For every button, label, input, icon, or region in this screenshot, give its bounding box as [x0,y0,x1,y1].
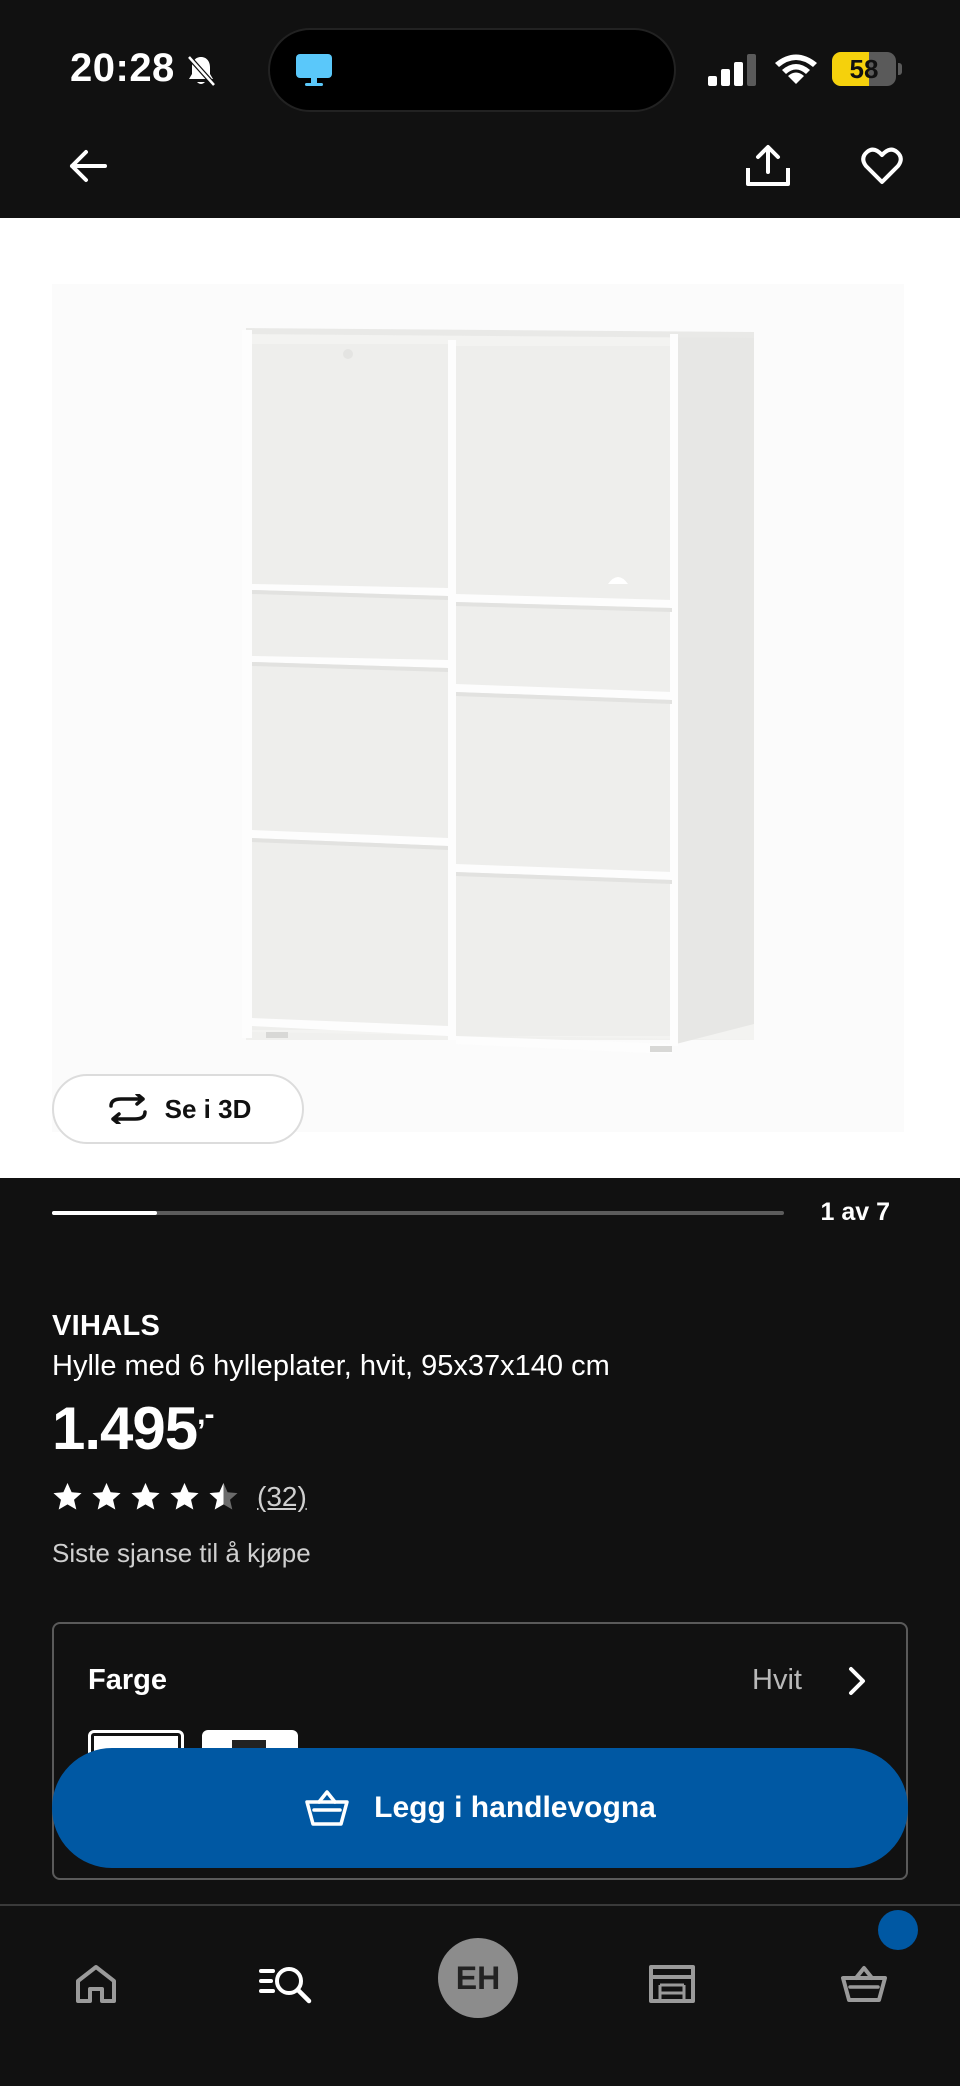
cart-icon [305,1790,349,1826]
dynamic-island [268,28,676,112]
add-to-cart-label: Legg i handlevogna [374,1791,656,1824]
rating-row[interactable]: (32) [52,1480,307,1514]
status-time: 20:28 [70,46,175,90]
price-value: 1.495 [52,1395,198,1462]
gallery-counter: 1 av 7 [820,1198,890,1226]
view-3d-label: Se i 3D [164,1093,252,1124]
gallery-progress-bar [52,1211,784,1215]
gallery-progress-fill [52,1211,157,1215]
product-gallery[interactable]: Se i 3D [0,218,960,1178]
price-suffix: ,- [197,1398,214,1431]
star-half-icon [209,1483,238,1510]
star-full-icon [131,1483,160,1510]
profile-initials: EH [455,1959,501,1996]
product-name: VIHALS [52,1310,161,1342]
shopping-basket-icon [841,1966,887,2002]
star-full-icon [53,1483,82,1510]
product-image-shelf [52,284,904,1132]
arrow-left-icon [70,150,107,182]
battery-icon: 58 [832,52,902,86]
nav-cart[interactable] [824,1944,904,2024]
star-full-icon [92,1483,121,1510]
rotate-3d-icon [108,1094,147,1124]
screen-icon [296,54,332,86]
profile-avatar[interactable]: EH [438,1938,518,2018]
view-3d-button[interactable]: Se i 3D [52,1074,304,1144]
product-price: 1.495 ,- [52,1394,215,1463]
product-description: Hylle med 6 hylleplater, hvit, 95x37x140… [52,1350,610,1382]
nav-home[interactable] [56,1944,136,2024]
share-button[interactable] [740,138,796,194]
color-label: Farge [88,1664,167,1696]
heart-icon [861,147,903,184]
signal-icon [708,54,756,86]
add-to-cart-button[interactable]: Legg i handlevogna [52,1748,908,1868]
rating-stars [52,1482,239,1512]
nav-search[interactable] [246,1944,326,2024]
favourite-button[interactable] [854,138,910,194]
review-count-link[interactable]: (32) [257,1481,307,1513]
store-icon [649,1965,695,2003]
wifi-icon [775,54,817,84]
color-value: Hvit [752,1664,802,1696]
chevron-right-icon[interactable] [842,1664,872,1698]
back-button[interactable] [62,140,114,192]
bottom-navigation: EH [0,1904,960,2086]
status-bar: 20:28 58 [0,0,960,140]
bell-slash-icon [187,55,216,87]
share-icon [746,145,790,186]
search-list-icon [259,1967,312,2004]
product-page: 20:28 58 Se i 3D 1 av 7 VIHALS Hylle med… [0,0,960,2086]
nav-stores[interactable] [632,1944,712,2024]
availability-note: Siste sjanse til å kjøpe [52,1538,311,1568]
home-icon [76,1965,116,2003]
battery-level: 58 [849,54,879,84]
star-full-icon [170,1483,199,1510]
app-header [0,130,960,218]
cart-badge [878,1910,918,1950]
